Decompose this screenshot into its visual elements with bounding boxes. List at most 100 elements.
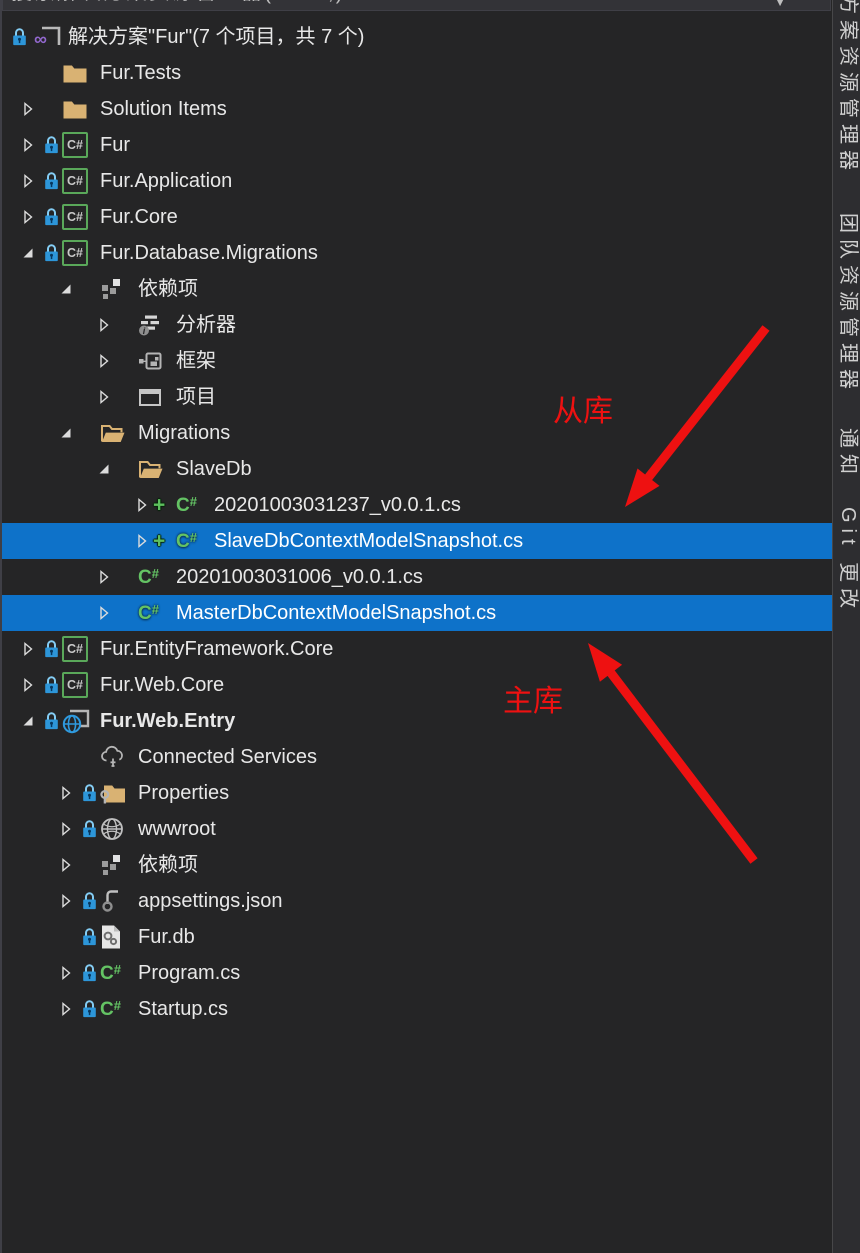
chevron-right-expander-icon[interactable] [20,641,36,657]
tree-row-19[interactable]: Fur.Web.Entry [0,703,832,739]
chevron-right-expander-icon[interactable] [20,677,36,693]
deps-icon [100,277,124,301]
tree-row-17[interactable]: C#Fur.EntityFramework.Core [0,631,832,667]
chevron-right-expander-icon[interactable] [96,569,112,585]
tree-row-4[interactable]: C#Fur.Application [0,163,832,199]
chevron-right-expander-icon[interactable] [58,857,74,873]
chevron-right-expander-icon[interactable] [20,209,36,225]
triangle-expanded-icon[interactable] [58,425,74,441]
tree-row-24[interactable]: appsettings.json [0,883,832,919]
tree-item-label: Fur.EntityFramework.Core [100,631,333,667]
csproj-icon: C# [62,240,88,266]
tree-row-7[interactable]: 依赖项 [0,271,832,307]
tree-item-label: wwwroot [138,811,216,847]
chevron-right-expander-icon[interactable] [58,821,74,837]
json-icon [100,889,124,913]
folder-open-icon [138,458,164,480]
framework-icon [138,349,162,373]
tree-row-14[interactable]: +C#SlaveDbContextModelSnapshot.cs [0,523,832,559]
vs-solution-icon: ∞ [32,23,62,51]
chevron-right-expander-icon[interactable] [96,317,112,333]
chevron-right-expander-icon[interactable] [134,533,150,549]
tree-row-18[interactable]: C# Fur.Web.Core [0,667,832,703]
tree-row-6[interactable]: C#Fur.Database.Migrations [0,235,832,271]
tree-item-label: Properties [138,775,229,811]
csfile-icon: C# [176,531,197,551]
lock-icon [44,640,59,659]
triangle-expanded-icon[interactable] [20,245,36,261]
tree-row-22[interactable]: wwwroot [0,811,832,847]
tree-row-12[interactable]: SlaveDb [0,451,832,487]
tree-row-15[interactable]: C#20201003031006_v0.0.1.cs [0,559,832,595]
lock-icon [44,136,59,155]
tree-row-16[interactable]: C#MasterDbContextModelSnapshot.cs [0,595,832,631]
tree-row-3[interactable]: C#Fur [0,127,832,163]
triangle-expanded-icon[interactable] [58,281,74,297]
tree-row-9[interactable]: 框架 [0,343,832,379]
tree-row-21[interactable]: Properties [0,775,832,811]
chevron-right-expander-icon[interactable] [96,389,112,405]
tree-row-26[interactable]: C#Program.cs [0,955,832,991]
webapp-icon [62,708,90,734]
tab-team-explorer[interactable]: 团队资源管理器 [837,213,859,395]
csproj-icon: C# [62,204,88,230]
folder-open-icon [100,422,126,444]
triangle-expanded-icon[interactable] [20,713,36,729]
tree-item-label: appsettings.json [138,883,283,919]
chevron-down-icon[interactable]: ▼ [774,0,786,9]
csfile-icon: C# [176,495,197,515]
tree-item-label: 框架 [176,343,216,379]
tree-row-0[interactable]: ∞解决方案"Fur"(7 个项目，共 7 个) [0,19,832,55]
tab-solution-explorer[interactable]: 解决方案资源管理器 [837,0,859,176]
chevron-right-expander-icon[interactable] [20,101,36,117]
analyzers-icon: i [138,313,162,337]
tree-item-label: 20201003031237_v0.0.1.cs [214,487,461,523]
triangle-expanded-icon[interactable] [96,461,112,477]
csproj-icon: C# [62,132,88,158]
tab-git-changes[interactable]: Git 更改 [837,507,859,614]
deps-icon [100,853,124,877]
side-tab-strip: 解决方案资源管理器 团队资源管理器 通知 Git 更改 [832,0,860,1253]
lock-icon [44,208,59,227]
tree-item-label: Migrations [138,415,230,451]
tree-item-label: 分析器 [176,307,236,343]
chevron-right-expander-icon[interactable] [20,137,36,153]
tree-row-13[interactable]: + C# 20201003031237_v0.0.1.cs [0,487,832,523]
dbfile-icon [100,924,122,950]
tree-item-label: Fur.Core [100,199,178,235]
chevron-right-expander-icon[interactable] [134,497,150,513]
lock-icon [82,784,97,803]
tree-row-1[interactable]: Fur.Tests [0,55,832,91]
chevron-right-expander-icon[interactable] [58,785,74,801]
tree-row-5[interactable]: C# Fur.Core [0,199,832,235]
tab-notifications[interactable]: 通知 [837,428,859,480]
tree-row-23[interactable]: 依赖项 [0,847,832,883]
lock-icon [82,892,97,911]
tree-row-11[interactable]: Migrations [0,415,832,451]
csproj-icon: C# [62,672,88,698]
lock-icon [44,712,59,731]
lock-icon [12,28,27,47]
chevron-right-expander-icon[interactable] [58,1001,74,1017]
folder-icon [62,62,88,84]
tree-row-8[interactable]: i 分析器 [0,307,832,343]
tree-row-10[interactable]: 项目 [0,379,832,415]
tree-item-label: MasterDbContextModelSnapshot.cs [176,595,496,631]
tree-item-label: Fur.Web.Entry [100,703,235,739]
lock-icon [44,172,59,191]
tree-row-27[interactable]: C#Startup.cs [0,991,832,1027]
chevron-right-expander-icon[interactable] [96,605,112,621]
lock-icon [44,676,59,695]
chevron-right-expander-icon[interactable] [20,173,36,189]
search-input[interactable]: 搜索解决方案资源管理器(Ctrl+;) ▼ [2,0,831,11]
chevron-right-expander-icon[interactable] [58,893,74,909]
chevron-right-expander-icon[interactable] [96,353,112,369]
chevron-right-expander-icon[interactable] [58,965,74,981]
tree-row-20[interactable]: Connected Services [0,739,832,775]
tree-item-label: Program.cs [138,955,240,991]
tree-row-25[interactable]: Fur.db [0,919,832,955]
pending-add-icon: + [153,495,165,516]
tree-row-2[interactable]: Solution Items [0,91,832,127]
tree-item-label: 解决方案"Fur"(7 个项目，共 7 个) [68,19,364,55]
tree-item-label: Fur.Web.Core [100,667,224,703]
